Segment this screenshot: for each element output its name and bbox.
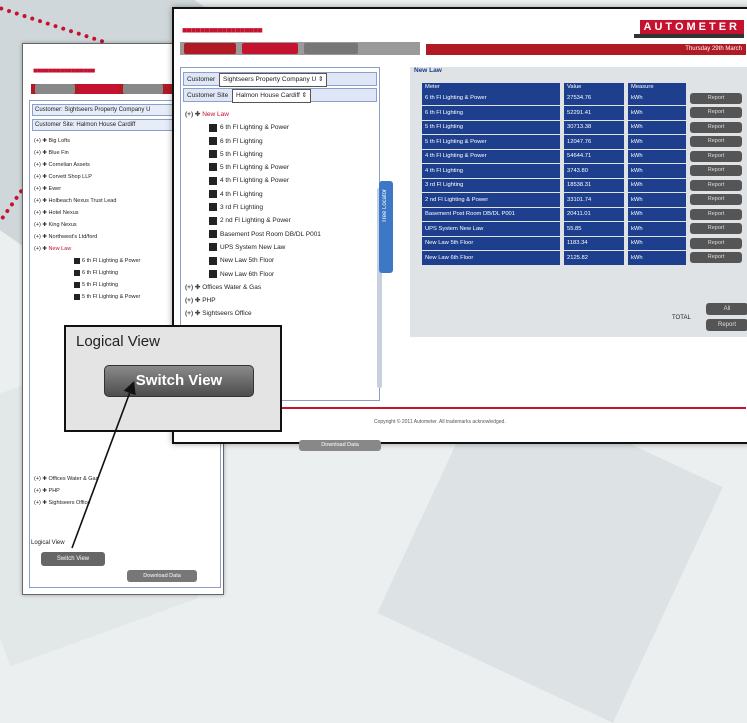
pointer-arrow: [71, 381, 136, 549]
